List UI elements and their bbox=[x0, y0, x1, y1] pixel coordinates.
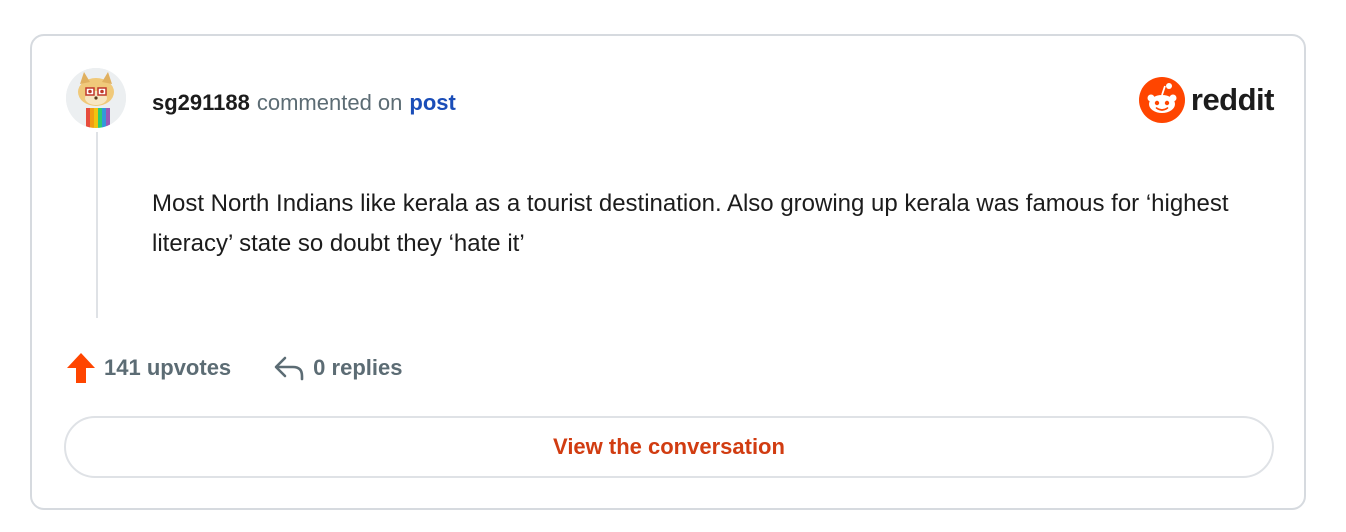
user-avatar[interactable] bbox=[66, 68, 126, 128]
comment-stats: 141 upvotes 0 replies bbox=[66, 348, 402, 388]
username-link[interactable]: sg291188 bbox=[152, 90, 250, 116]
upvote-label: 141 upvotes bbox=[104, 355, 232, 380]
comment-body: Most North Indians like kerala as a tour… bbox=[152, 190, 1229, 257]
reddit-brand[interactable]: reddit bbox=[1138, 76, 1275, 124]
comment-embed-card: sg291188 commented on post reddit Most N… bbox=[30, 34, 1306, 510]
reddit-wordmark: reddit bbox=[1190, 82, 1275, 117]
upvote-count[interactable]: 141 upvotes bbox=[66, 352, 231, 384]
reply-count[interactable]: 0 replies bbox=[273, 355, 402, 381]
reddit-snoo-logo-icon bbox=[1138, 77, 1185, 123]
view-conversation-button[interactable]: View the conversation bbox=[64, 416, 1274, 478]
reply-arrow-icon bbox=[274, 356, 304, 381]
thread-line bbox=[96, 132, 98, 318]
comment-action-text: commented on bbox=[256, 90, 403, 115]
post-link[interactable]: post bbox=[409, 90, 455, 116]
comment-header: sg291188 commented on post bbox=[152, 88, 456, 118]
upvote-arrow-icon bbox=[67, 353, 95, 383]
reply-label: 0 replies bbox=[313, 355, 403, 380]
avatar-image bbox=[66, 68, 126, 128]
